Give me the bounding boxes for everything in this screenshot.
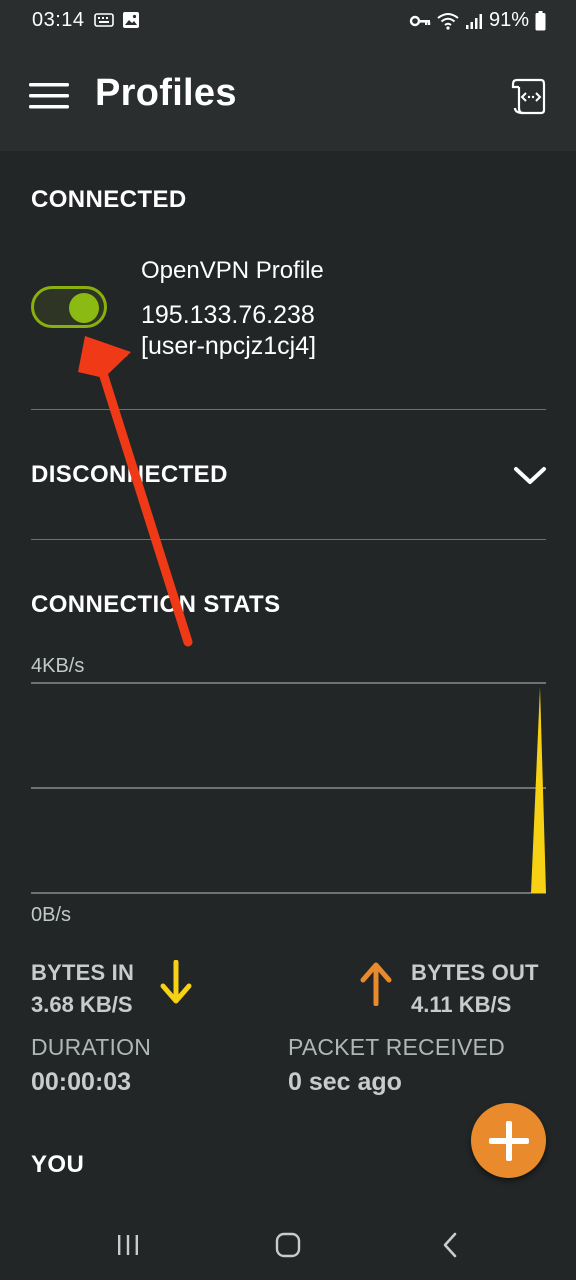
system-nav-bar [0,1208,576,1280]
chart-bytes-in-spike [531,687,546,893]
recent-apps-icon [118,1235,138,1255]
duration-label: DURATION [31,1034,152,1060]
home-button[interactable] [268,1230,308,1260]
back-button[interactable] [430,1230,470,1260]
bytes-in-label: BYTES IN [31,960,135,985]
add-profile-button[interactable] [471,1103,546,1178]
recent-apps-button[interactable] [108,1230,148,1260]
bytes-out-label: BYTES OUT [411,960,539,985]
back-icon [443,1232,457,1258]
bytes-in-arrow-icon [160,960,192,1004]
chart-min-label: 0B/s [31,904,72,926]
packet-received-value: 0 sec ago [288,1068,402,1096]
screen: 03:14 91% Profiles CONNECTED OpenVPN Pro… [0,0,576,1280]
duration-value: 00:00:03 [31,1068,132,1096]
you-heading: YOU [31,1151,85,1178]
packet-received-label: PACKET RECEIVED [288,1034,505,1060]
bytes-in-value: 3.68 KB/S [31,992,133,1017]
plus-icon [488,1120,529,1161]
home-icon [275,1232,301,1258]
bytes-out-value: 4.11 KB/S [411,992,512,1017]
bytes-out-arrow-icon [360,962,392,1006]
